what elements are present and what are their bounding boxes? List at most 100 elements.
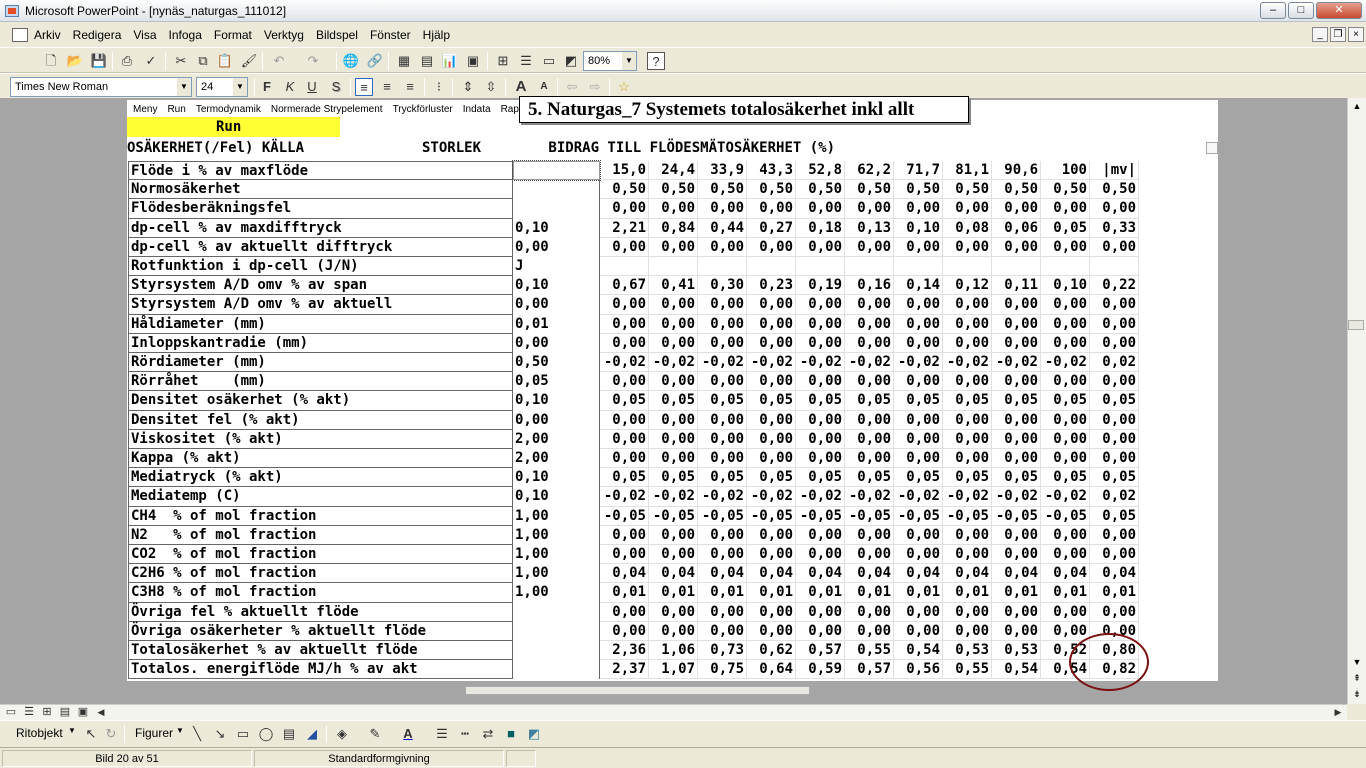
size-cell[interactable]	[513, 199, 600, 219]
maximize-button[interactable]: □	[1288, 2, 1314, 19]
copy-icon[interactable]: ⧉	[194, 52, 212, 70]
help-icon[interactable]: ?	[647, 52, 665, 70]
document-icon[interactable]	[12, 27, 28, 42]
outline-view-icon[interactable]: ☰	[20, 703, 38, 721]
menu-visa[interactable]: Visa	[133, 28, 162, 42]
save-icon[interactable]: 💾	[90, 52, 108, 70]
size-cell[interactable]: 1,00	[513, 583, 600, 603]
size-cell[interactable]: 1,00	[513, 545, 600, 565]
promote-icon[interactable]: ⇦	[563, 78, 581, 96]
align-right-icon[interactable]: ≡	[401, 78, 419, 96]
chevron-down-icon[interactable]: ▼	[233, 78, 247, 96]
size-cell[interactable]: 0,00	[513, 333, 600, 353]
vertical-scrollbar[interactable]: ▲ ▼ ⇞ ⇟	[1347, 98, 1366, 704]
size-cell[interactable]: 0,00	[513, 237, 600, 257]
size-cell[interactable]: 0,10	[513, 276, 600, 296]
new-icon[interactable]: 🗋	[42, 52, 60, 70]
wordart-icon[interactable]: ◢	[303, 725, 321, 743]
size-cell[interactable]: 2,00	[513, 429, 600, 449]
slide-nav-tryckforluster[interactable]: Tryckförluster	[393, 104, 453, 115]
cut-icon[interactable]: ✂	[172, 52, 190, 70]
chevron-down-icon[interactable]: ▼	[68, 726, 76, 735]
size-cell[interactable]: 0,10	[513, 218, 600, 238]
size-cell[interactable]: 1,00	[513, 506, 600, 526]
size-cell[interactable]	[512, 159, 601, 182]
size-cell[interactable]: 0,10	[513, 391, 600, 411]
clipart-icon[interactable]: ▣	[464, 52, 482, 70]
size-cell[interactable]: 0,10	[513, 487, 600, 507]
slide-nav-run[interactable]: Run	[167, 104, 185, 115]
chevron-down-icon[interactable]: ▼	[177, 78, 191, 96]
chevron-down-icon[interactable]: ▼	[176, 726, 184, 735]
size-cell[interactable]: 1,00	[513, 564, 600, 584]
doc-restore-button[interactable]: ❐	[1330, 27, 1346, 42]
draw-menu[interactable]: Ritobjekt	[16, 726, 63, 740]
line-icon[interactable]: ╲	[188, 725, 206, 743]
run-button[interactable]: Run	[127, 117, 340, 137]
font-size-select[interactable]: 24 ▼	[196, 77, 248, 97]
normal-view-icon[interactable]: ▭	[2, 703, 20, 721]
scroll-thumb[interactable]	[1348, 320, 1364, 330]
fill-color-icon[interactable]: ◈	[333, 725, 351, 743]
bullets-icon[interactable]: ⁝	[430, 78, 448, 96]
grayscale-icon[interactable]: ◩	[562, 52, 580, 70]
menu-hjalp[interactable]: Hjälp	[423, 28, 456, 42]
notes-view-icon[interactable]: ▤	[56, 703, 74, 721]
close-button[interactable]: ✕	[1316, 2, 1362, 19]
prev-slide-icon[interactable]: ⇞	[1349, 670, 1365, 686]
scroll-up-icon[interactable]: ▲	[1349, 98, 1365, 114]
scroll-down-icon[interactable]: ▼	[1349, 654, 1365, 670]
chevron-down-icon[interactable]: ▼	[622, 52, 636, 70]
slideshow-icon[interactable]: ▣	[74, 703, 92, 721]
dash-style-icon[interactable]: ┅	[456, 725, 474, 743]
italic-button[interactable]: K	[281, 78, 299, 96]
size-cell[interactable]: J	[513, 257, 600, 277]
shadow-button[interactable]: S	[327, 78, 345, 96]
size-cell[interactable]	[513, 621, 600, 641]
menu-bildspel[interactable]: Bildspel	[316, 28, 364, 42]
menu-infoga[interactable]: Infoga	[169, 28, 208, 42]
hyperlink-icon[interactable]: 🌐	[342, 52, 360, 70]
arrow-icon[interactable]: ↘	[211, 725, 229, 743]
size-cell[interactable]: 0,00	[513, 295, 600, 315]
undo-icon[interactable]: ↶	[270, 52, 288, 70]
line-color-icon[interactable]: ✎	[366, 725, 384, 743]
zoom-select[interactable]: 80% ▼	[583, 51, 637, 71]
line-style-icon[interactable]: ☰	[433, 725, 451, 743]
underline-button[interactable]: U	[303, 78, 321, 96]
menu-format[interactable]: Format	[214, 28, 258, 42]
size-cell[interactable]: 0,50	[513, 353, 600, 373]
powerpoint-app-icon[interactable]	[5, 4, 19, 17]
minimize-button[interactable]: –	[1260, 2, 1286, 19]
next-slide-icon[interactable]: ⇟	[1349, 686, 1365, 702]
decrease-spacing-icon[interactable]: ⇳	[482, 78, 500, 96]
increase-spacing-icon[interactable]: ⇕	[459, 78, 477, 96]
doc-minimize-button[interactable]: _	[1312, 27, 1328, 42]
size-cell[interactable]	[513, 602, 600, 622]
slide-nav-termodynamik[interactable]: Termodynamik	[196, 104, 261, 115]
slide-nav-meny[interactable]: Meny	[133, 104, 157, 115]
size-cell[interactable]: 0,10	[513, 468, 600, 488]
slide-title[interactable]: 5. Naturgas_7 Systemets totalosäkerhet i…	[519, 96, 969, 123]
size-cell[interactable]	[513, 641, 600, 661]
menu-verktyg[interactable]: Verktyg	[264, 28, 310, 42]
shadow-icon[interactable]: ■	[502, 725, 520, 743]
slide-scrollbar[interactable]	[1206, 120, 1218, 680]
slide-hscroll-thumb[interactable]	[465, 686, 810, 695]
size-cell[interactable]	[513, 660, 600, 680]
slide-nav-indata[interactable]: Indata	[463, 104, 491, 115]
scroll-right-icon[interactable]: ▶	[1329, 703, 1347, 721]
arrow-style-icon[interactable]: ⇄	[479, 725, 497, 743]
decrease-font-icon[interactable]: A	[535, 78, 553, 96]
animation-icon[interactable]: ☆	[615, 78, 633, 96]
paste-icon[interactable]: 📋	[216, 52, 234, 70]
3d-icon[interactable]: ◩	[525, 725, 543, 743]
menu-redigera[interactable]: Redigera	[73, 28, 128, 42]
size-cell[interactable]: 0,00	[513, 410, 600, 430]
expand-icon[interactable]: ☰	[517, 52, 535, 70]
font-select[interactable]: Times New Roman ▼	[10, 77, 192, 97]
size-cell[interactable]: 0,01	[513, 314, 600, 334]
size-cell[interactable]: 1,00	[513, 525, 600, 545]
size-cell[interactable]	[513, 180, 600, 200]
menu-fonster[interactable]: Fönster	[370, 28, 417, 42]
